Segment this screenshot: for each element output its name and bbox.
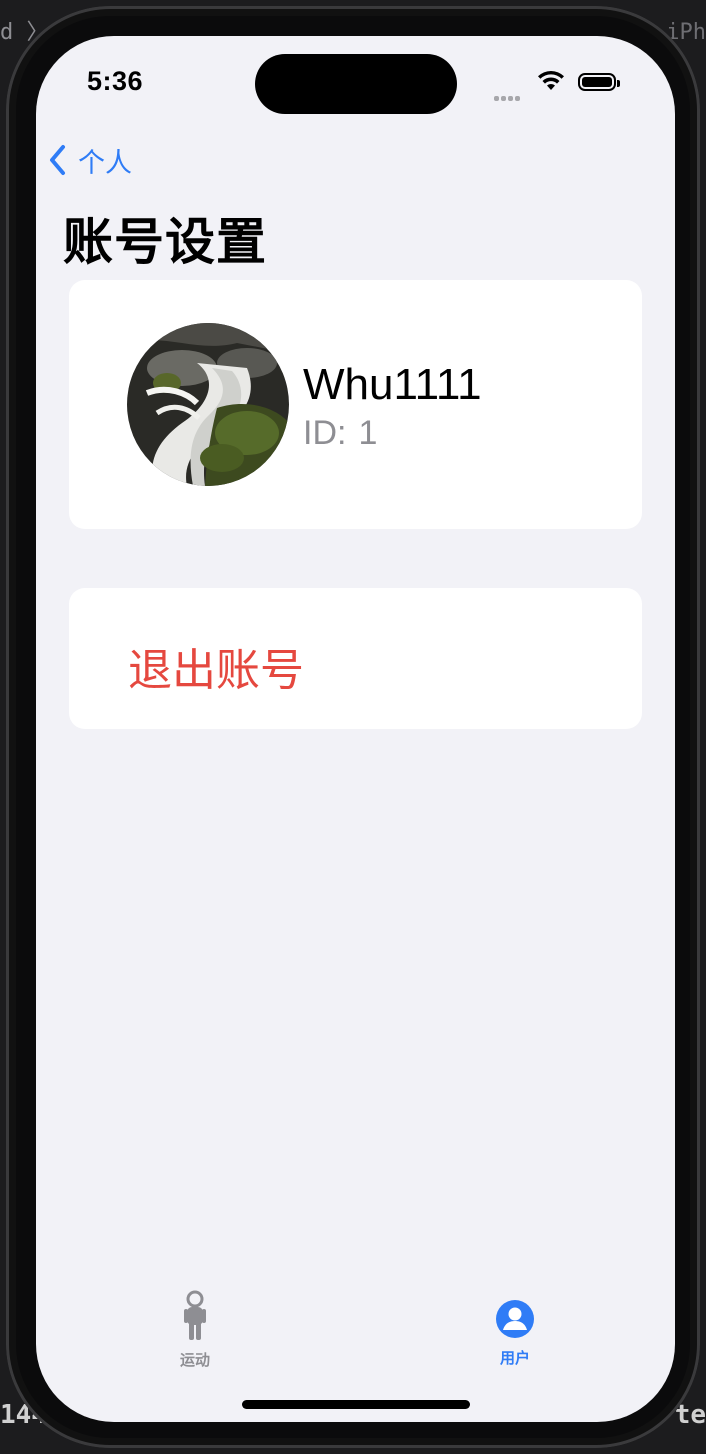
user-id-label: ID: [303, 414, 347, 452]
chevron-left-icon [50, 145, 65, 175]
person-circle-icon [496, 1300, 534, 1338]
user-id-value: 1 [358, 414, 378, 452]
tab-user[interactable]: 用户 [470, 1290, 560, 1368]
avatar[interactable] [127, 323, 289, 486]
status-time: 5:36 [87, 66, 144, 96]
tab-user-label: 用户 [499, 1350, 530, 1367]
username: Whu1111 [303, 360, 482, 409]
cellular-signal-icon [494, 88, 522, 106]
battery-icon [578, 73, 620, 91]
wifi-icon [536, 70, 566, 97]
profile-card[interactable]: Whu1111 ID: 1 [69, 280, 642, 529]
home-indicator[interactable] [242, 1400, 470, 1409]
dynamic-island [255, 54, 457, 114]
user-id: ID: 1 [303, 414, 389, 453]
logout-card[interactable]: 退出账号 [69, 588, 642, 729]
tab-exercise[interactable]: 运动 [150, 1290, 240, 1370]
back-button[interactable]: 个人 [48, 140, 132, 180]
page-title: 账号设置 [63, 214, 267, 270]
figure-walk-icon [184, 1290, 206, 1340]
logout-button[interactable]: 退出账号 [128, 634, 304, 698]
tab-exercise-label: 运动 [179, 1352, 210, 1369]
back-button-label: 个人 [78, 147, 132, 178]
